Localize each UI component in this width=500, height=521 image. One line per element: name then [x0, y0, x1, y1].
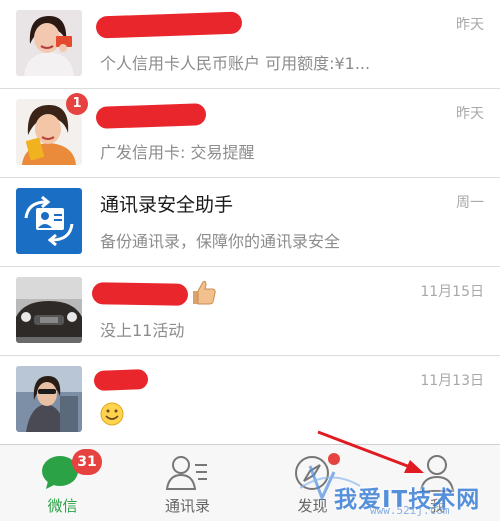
watermark-site: www.52ij.com	[370, 504, 450, 517]
annotation-arrow	[317, 430, 424, 473]
